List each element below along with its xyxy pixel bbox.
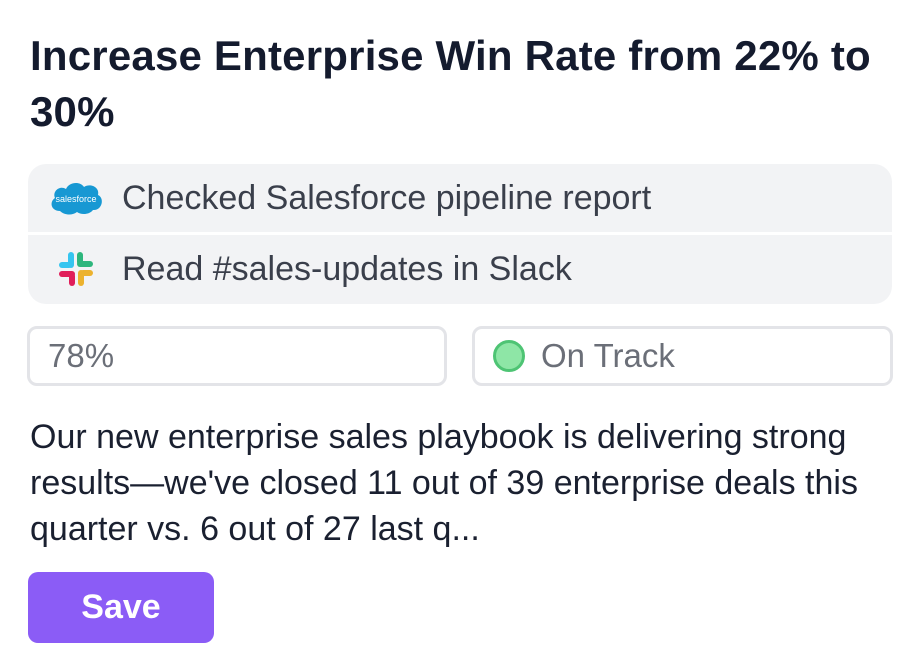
status-field[interactable]: On Track: [472, 326, 893, 386]
status-value: On Track: [541, 337, 675, 374]
source-label-salesforce: Checked Salesforce pipeline report: [122, 178, 652, 217]
salesforce-icon: salesforce: [46, 178, 106, 218]
save-button[interactable]: Save: [28, 572, 214, 643]
source-item-salesforce[interactable]: salesforce Checked Salesforce pipeline r…: [28, 164, 892, 232]
slack-icon: [46, 249, 106, 289]
source-label-slack: Read #sales-updates in Slack: [122, 249, 572, 288]
source-item-slack[interactable]: Read #sales-updates in Slack: [28, 235, 892, 303]
goal-title: Increase Enterprise Win Rate from 22% to…: [30, 32, 871, 135]
progress-value: 78%: [48, 337, 115, 374]
status-indicator-icon: [493, 340, 525, 372]
svg-text:salesforce: salesforce: [55, 194, 96, 204]
activity-sources: salesforce Checked Salesforce pipeline r…: [28, 164, 892, 304]
goal-description[interactable]: Our new enterprise sales playbook is del…: [30, 414, 895, 552]
progress-field[interactable]: 78%: [27, 326, 447, 386]
